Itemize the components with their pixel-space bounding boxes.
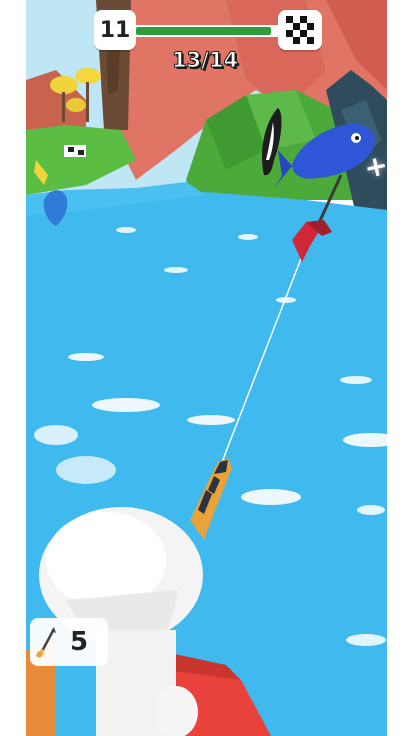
level-number: 11 <box>99 17 131 43</box>
finish-badge <box>278 10 322 50</box>
arrow-icon <box>36 627 56 658</box>
level-badge: 11 <box>94 10 136 50</box>
checkered-flag-icon <box>286 16 314 44</box>
fish-counter: 13/14 <box>171 48 239 73</box>
level-progress-fill <box>136 27 271 35</box>
letterbox-left <box>0 0 26 736</box>
arrows-count: 5 <box>70 627 89 657</box>
arrows-inventory: 5 <box>30 618 108 666</box>
level-progress-bar <box>134 25 280 37</box>
letterbox-right <box>387 0 414 736</box>
